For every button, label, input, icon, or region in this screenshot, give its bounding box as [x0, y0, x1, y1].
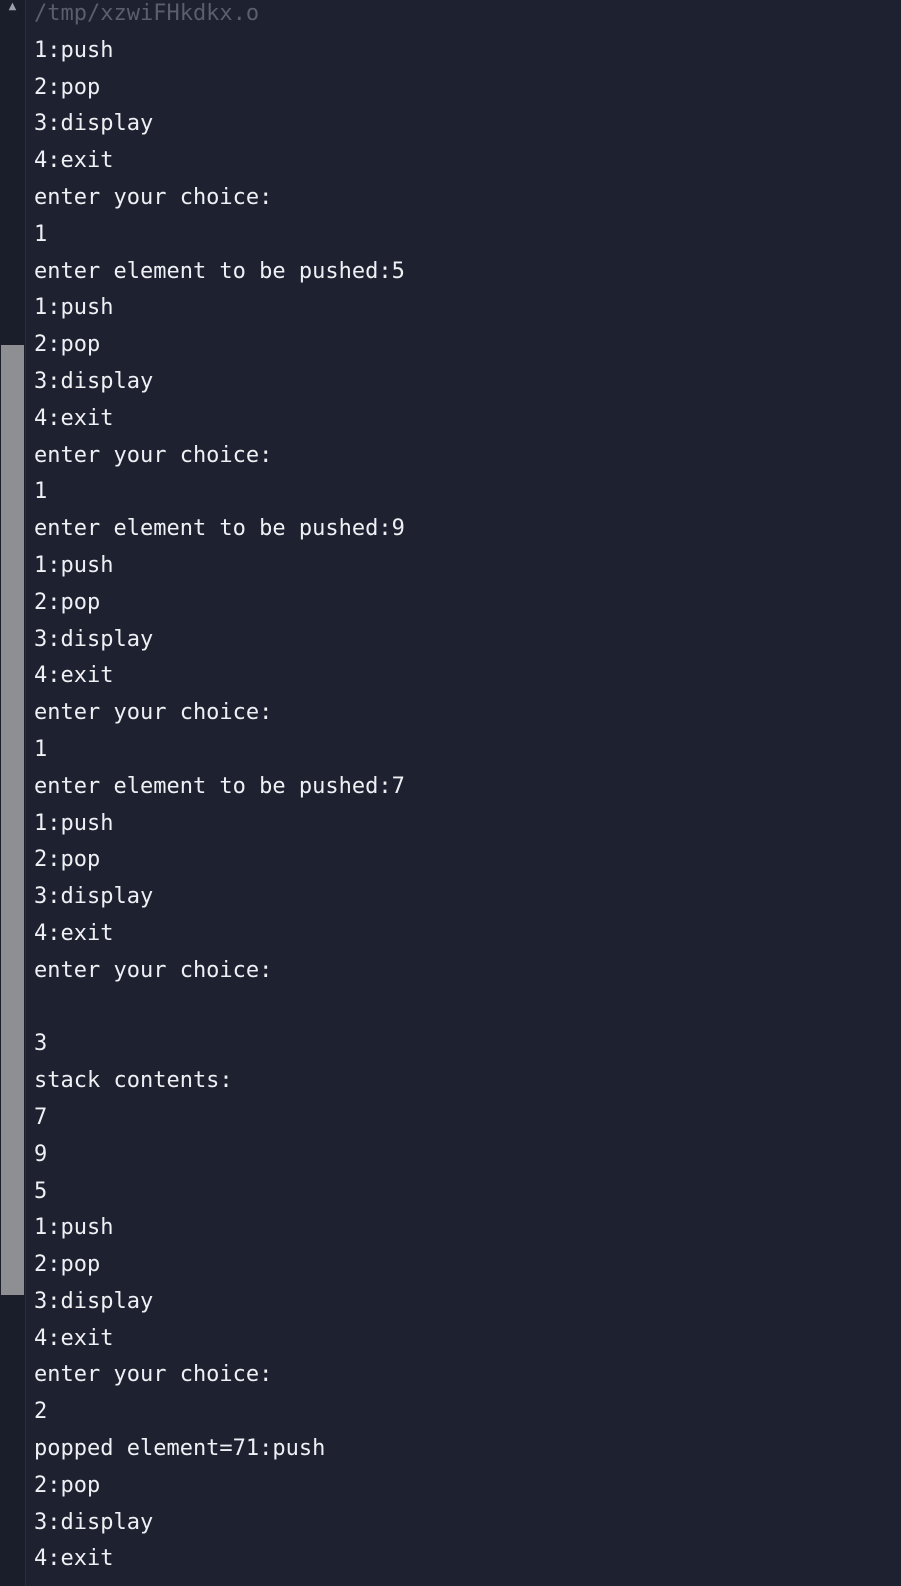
- output-line: enter your choice:: [34, 442, 273, 468]
- output-line: 1:push: [34, 37, 114, 63]
- output-line: enter your choice:: [34, 1362, 273, 1388]
- output-line: 1:push: [34, 295, 114, 321]
- output-line: 5: [34, 1178, 48, 1204]
- output-line: 4:exit: [34, 663, 114, 689]
- output-line: 1:push: [34, 1215, 114, 1241]
- scrollbar-thumb[interactable]: [1, 345, 24, 1295]
- output-line: enter element to be pushed:7: [34, 773, 405, 799]
- output-line: 1:push: [34, 552, 114, 578]
- output-line: 3:display: [34, 368, 154, 394]
- output-line: 2:pop: [34, 589, 101, 615]
- console-output: /tmp/xzwiFHkdkx.o 1:push 2:pop 3:display 4:…: [34, 0, 901, 1578]
- output-line: 3:display: [34, 1509, 154, 1535]
- output-line: 7: [34, 1104, 48, 1130]
- output-line: 2:pop: [34, 74, 101, 100]
- output-line: 4:exit: [34, 405, 114, 431]
- output-line: 4:exit: [34, 148, 114, 174]
- output-line: 3:display: [34, 111, 154, 137]
- output-line: 2:pop: [34, 1472, 101, 1498]
- output-line: 1:push: [34, 810, 114, 836]
- output-line: 3:display: [34, 626, 154, 652]
- output-line: enter your choice:: [34, 700, 273, 726]
- output-line: 1: [34, 479, 48, 505]
- output-line: 1: [34, 736, 48, 762]
- output-line: 2:pop: [34, 847, 101, 873]
- output-line: enter your choice:: [34, 957, 273, 983]
- output-line: 1: [34, 221, 48, 247]
- output-line: enter element to be pushed:5: [34, 258, 405, 284]
- output-line: 4:exit: [34, 1325, 114, 1351]
- output-line: enter your choice:: [34, 184, 273, 210]
- output-line: 3:display: [34, 884, 154, 910]
- file-path-line: /tmp/xzwiFHkdkx.o: [34, 1, 260, 26]
- output-line: 4:exit: [34, 1546, 114, 1572]
- terminal-output-panel: ▲ /tmp/xzwiFHkdkx.o 1:push 2:pop 3:display…: [0, 0, 901, 1586]
- vertical-scrollbar[interactable]: ▲: [0, 0, 26, 1586]
- output-line: enter element to be pushed:9: [34, 516, 405, 542]
- output-line: popped element=71:push: [34, 1436, 326, 1462]
- scroll-up-arrow-icon[interactable]: ▲: [0, 0, 25, 14]
- output-line: 2:pop: [34, 1252, 101, 1278]
- output-line: 3: [34, 1031, 48, 1057]
- output-line: 2:pop: [34, 332, 101, 358]
- output-line: stack contents:: [34, 1068, 233, 1094]
- output-line: 9: [34, 1141, 48, 1167]
- output-line: 3:display: [34, 1288, 154, 1314]
- output-line: 4:exit: [34, 920, 114, 946]
- output-line: 2: [34, 1399, 48, 1425]
